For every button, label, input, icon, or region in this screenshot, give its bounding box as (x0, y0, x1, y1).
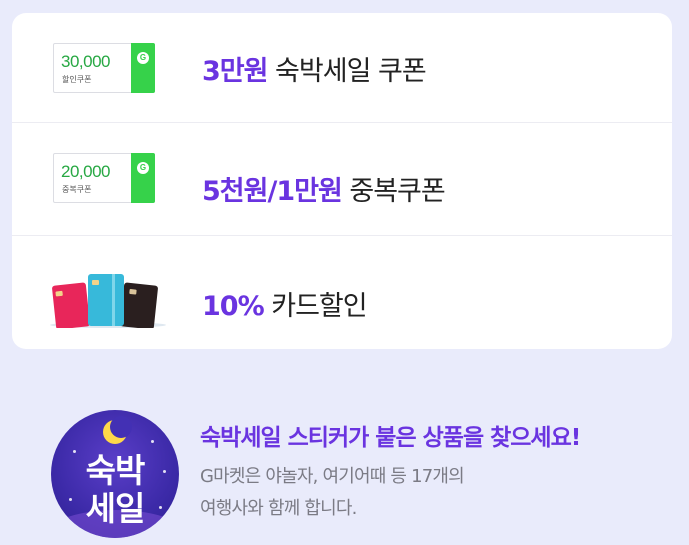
benefit-highlight: 10% (202, 291, 265, 322)
benefit-row-double-coupon: 20,000 중복쿠폰 G 5천원/1만원 중복쿠폰 (12, 123, 672, 236)
promo-description-line2: 여행사와 함께 합니다. (200, 498, 357, 519)
stay-sale-badge: 숙박 세일 (51, 410, 179, 538)
benefit-row-card-discount: 10% 카드할인 (12, 236, 672, 349)
credit-cards-icon (50, 274, 166, 328)
benefits-card: 30,000 할인쿠폰 G 3만원 숙박세일 쿠폰 20,000 중복쿠폰 G … (12, 13, 672, 349)
benefit-highlight: 3만원 (202, 56, 268, 87)
coupon-amount: 20,000 (61, 162, 111, 181)
benefit-row-stay-coupon: 30,000 할인쿠폰 G 3만원 숙박세일 쿠폰 (12, 13, 672, 123)
benefit-text: 카드할인 (263, 291, 367, 322)
benefit-label: 3만원 숙박세일 쿠폰 (202, 49, 427, 88)
coupon-caption: 중복쿠폰 (62, 185, 92, 194)
gmarket-logo-icon: G (137, 52, 149, 64)
moon-shadow (110, 416, 132, 438)
badge-text-line2: 세일 (85, 489, 146, 528)
coupon-caption: 할인쿠폰 (62, 75, 92, 84)
benefit-label: 10% 카드할인 (202, 284, 368, 323)
promo-title: 숙박세일 스티커가 붙은 상품을 찾으세요! (200, 425, 581, 451)
benefit-text: 중복쿠폰 (341, 176, 445, 207)
coupon-30000-image: 30,000 할인쿠폰 G (53, 43, 155, 93)
coupon-stub: G (131, 43, 155, 93)
benefit-highlight: 5천원/1만원 (202, 176, 343, 207)
coupon-amount: 30,000 (61, 52, 111, 71)
promo-description-line1: G마켓은 야놀자, 여기어때 등 17개의 (200, 466, 465, 487)
benefit-label: 5천원/1만원 중복쿠폰 (202, 169, 446, 208)
star-icon (151, 440, 154, 443)
gmarket-logo-icon: G (137, 162, 149, 174)
coupon-20000-image: 20,000 중복쿠폰 G (53, 153, 155, 203)
benefit-text: 숙박세일 쿠폰 (267, 56, 427, 87)
coupon-stub: G (131, 153, 155, 203)
